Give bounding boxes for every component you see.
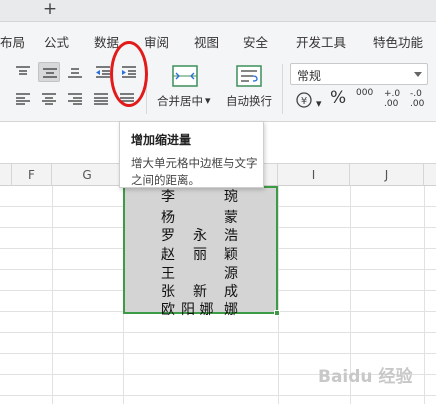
column-header-f[interactable]: F [12, 164, 52, 186]
align-middle-button[interactable] [38, 62, 60, 82]
fill-handle[interactable] [274, 310, 280, 316]
cell-text: 罗 [161, 228, 175, 244]
align-bottom-icon [68, 68, 82, 78]
column-header-blank [0, 164, 12, 186]
menu-data[interactable]: 数据 [94, 32, 119, 51]
cell-text: 李 [161, 189, 175, 205]
menu-security[interactable]: 安全 [243, 32, 268, 51]
currency-icon[interactable]: ¥ [296, 92, 316, 116]
menu-formulas[interactable]: 公式 [44, 32, 69, 51]
align-center-button[interactable] [38, 89, 60, 109]
justify-icon [94, 93, 108, 105]
cell-text: 琬 [224, 189, 238, 205]
menu-bar: 布局 公式 数据 审阅 视图 安全 开发工具 特色功能 [0, 22, 436, 56]
align-top-icon [16, 66, 30, 75]
wrap-text-button[interactable]: 自动换行 [226, 93, 272, 109]
number-format-select[interactable]: 常规 [290, 63, 428, 85]
cell-text: 成 [224, 284, 238, 300]
merge-center-button[interactable]: 合并居中 [157, 93, 203, 109]
menu-review[interactable]: 审阅 [144, 32, 169, 51]
cell-text: 张 [161, 284, 175, 300]
table-row[interactable]: 杨 蒙 [125, 207, 276, 226]
tooltip-title: 增加缩进量 [131, 133, 192, 147]
table-row[interactable]: 罗 永 浩 [125, 225, 276, 244]
cell-text: 王 [161, 266, 175, 282]
align-top-button[interactable] [12, 62, 34, 82]
cell-text: 永 [193, 228, 207, 244]
align-left-icon [16, 93, 30, 105]
new-tab-button[interactable]: + [36, 0, 64, 20]
table-row[interactable]: 张 新 成 [125, 281, 276, 300]
align-bottom-button[interactable] [64, 62, 86, 82]
thousands-separator-button[interactable]: 000 [356, 88, 373, 98]
percent-button[interactable]: % [330, 88, 346, 108]
svg-text:¥: ¥ [301, 96, 307, 107]
increase-decimal-button[interactable]: +.0 .00 [384, 89, 400, 109]
column-header-g[interactable]: G [52, 164, 123, 186]
cell-text: 浩 [224, 228, 238, 244]
gridline [52, 186, 53, 404]
cell-text: 蒙 [224, 210, 238, 226]
number-format-value: 常规 [297, 69, 322, 83]
watermark-logo: Baidu 经验 [318, 367, 413, 387]
menu-view[interactable]: 视图 [194, 32, 219, 51]
cell-text: 娜 [224, 302, 238, 318]
gridline [424, 186, 425, 404]
cell-text: 颖 [224, 247, 238, 263]
decrease-decimal-button[interactable]: -.0 .00 [410, 89, 424, 109]
ribbon-toolbar: 合并居中 ▾ 自动换行 常规 ¥ ▾ % 000 +.0 .00 -.0 .00 [0, 56, 436, 122]
chevron-down-icon [414, 72, 422, 77]
cell-text: 新 [193, 284, 207, 300]
cell-text: 阳 娜 [181, 302, 214, 318]
tooltip-body: 增大单元格中边框与文字之间的距离。 [131, 156, 258, 187]
menu-developer-tools[interactable]: 开发工具 [296, 32, 346, 51]
indent-tooltip: 增加缩进量 增大单元格中边框与文字之间的距离。 [119, 121, 264, 188]
merge-center-icon[interactable] [172, 65, 198, 91]
table-row[interactable]: 赵 丽 颖 [125, 244, 276, 263]
table-row[interactable]: 欧 阳 娜 娜 [125, 299, 276, 318]
annotation-circle [110, 41, 148, 107]
title-bar: + [0, 0, 436, 22]
cell-text: 杨 [161, 210, 175, 226]
justify-button[interactable] [90, 89, 112, 109]
menu-layout[interactable]: 布局 [0, 32, 25, 51]
align-right-icon [68, 93, 82, 105]
gridline [278, 186, 279, 404]
align-right-button[interactable] [64, 89, 86, 109]
cell-text: 赵 [161, 247, 175, 263]
ribbon-separator [282, 64, 283, 114]
column-header-j[interactable]: J [350, 164, 424, 186]
cell-text: 欧 [161, 302, 175, 318]
align-middle-icon [43, 68, 57, 78]
align-left-button[interactable] [12, 89, 34, 109]
decrease-indent-icon [96, 66, 110, 78]
merge-dropdown-arrow-icon[interactable]: ▾ [205, 95, 211, 106]
cell-text: 源 [224, 266, 238, 282]
column-header-i[interactable]: I [278, 164, 350, 186]
wrap-text-icon[interactable] [236, 65, 262, 91]
currency-dropdown-icon[interactable]: ▾ [316, 98, 322, 109]
align-center-icon [42, 93, 56, 105]
selected-range[interactable]: 李 琬 杨 蒙 罗 永 浩 赵 丽 颖 王 源 张 新 成 欧 阳 娜 娜 [123, 186, 278, 318]
table-row[interactable]: 王 源 [125, 263, 276, 282]
menu-special-features[interactable]: 特色功能 [373, 32, 423, 51]
cell-text: 丽 [193, 247, 207, 263]
